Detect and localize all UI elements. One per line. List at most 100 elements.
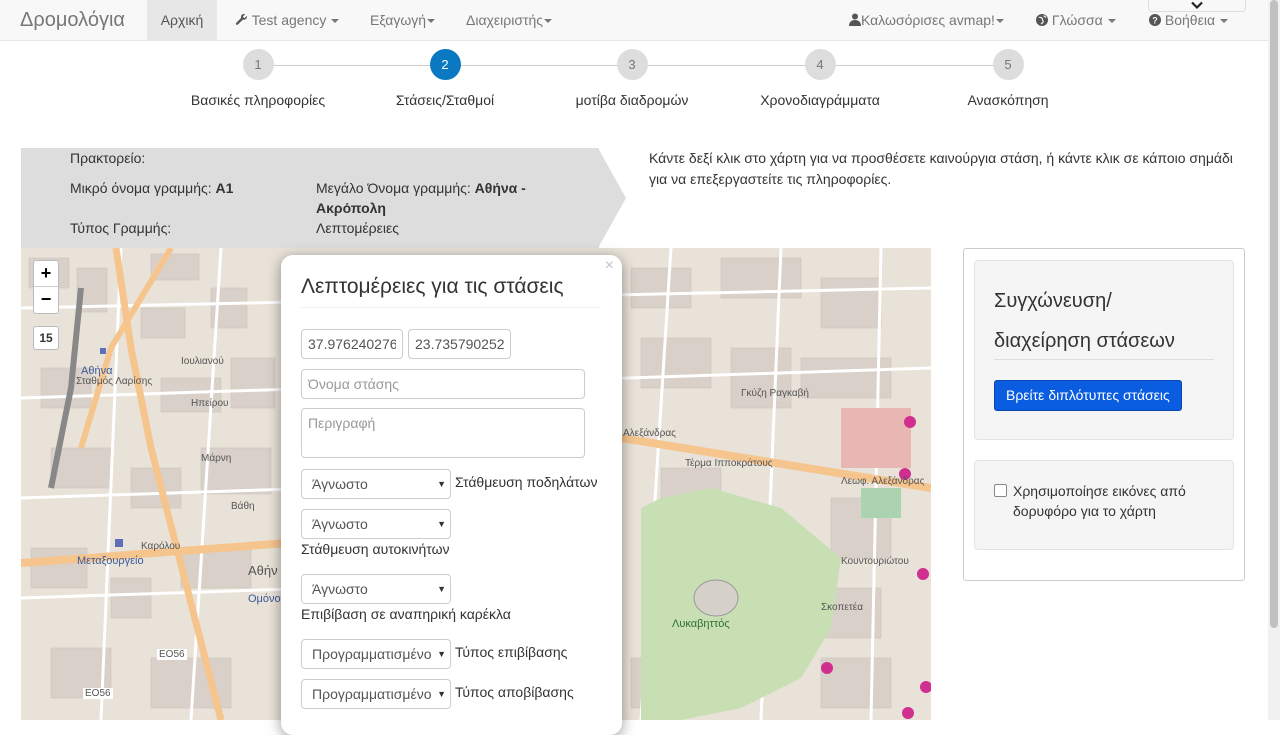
caret-down-icon bbox=[1107, 19, 1116, 24]
step-label: Βασικές πληροφορίες bbox=[190, 92, 326, 108]
wizard-step-1[interactable]: 1 Βασικές πληροφορίες bbox=[168, 49, 348, 108]
select-value: Άγνωστο bbox=[312, 581, 368, 597]
wizard-step-2[interactable]: 2 Στάσεις/Σταθμοί bbox=[355, 49, 535, 108]
page-scrollbar[interactable] bbox=[1268, 0, 1280, 720]
wizard-step-4[interactable]: 4 Χρονοδιαγράμματα bbox=[730, 49, 910, 108]
wizard-step-5[interactable]: 5 Ανασκόπηση bbox=[918, 49, 1098, 108]
map-label-gkyzi: Γκύζη Ραγκαβή bbox=[741, 388, 809, 399]
long-name-row: Μεγάλο Όνομα γραμμής: Αθήνα - Ακρόπολη bbox=[316, 178, 556, 218]
step-number: 1 bbox=[242, 49, 274, 80]
description-textarea[interactable] bbox=[301, 408, 585, 458]
brand[interactable]: Δρομολόγια bbox=[20, 9, 125, 32]
caret-down-icon bbox=[331, 19, 340, 24]
select-value: Προγραμματισμένο bbox=[312, 646, 432, 662]
popup-title: Λεπτομέρειες για τις στάσεις bbox=[301, 275, 564, 298]
pickup-type-select[interactable]: Προγραμματισμένο ▼ bbox=[301, 639, 451, 669]
zoom-level-indicator: 15 bbox=[33, 326, 59, 350]
zoom-control: + − bbox=[33, 260, 59, 314]
step-number: 2 bbox=[429, 49, 461, 80]
svg-text:?: ? bbox=[1152, 16, 1158, 26]
dropoff-type-select[interactable]: Προγραμματισμένο ▼ bbox=[301, 679, 451, 709]
info-arrow bbox=[598, 148, 626, 248]
map-label-alexandras: Αλεξάνδρας bbox=[623, 428, 676, 439]
stop-name-input[interactable] bbox=[301, 369, 585, 399]
long-name-label: Μεγάλο Όνομα γραμμής: bbox=[316, 180, 471, 196]
caret-down-icon bbox=[544, 19, 553, 24]
wheelchair-label: Επιβίβαση σε αναπηρική καρέκλα bbox=[301, 606, 511, 622]
map-label-vathi: Βάθη bbox=[231, 501, 255, 512]
step-label: μοτίβα διαδρομών bbox=[575, 92, 689, 108]
step-label: Ανασκόπηση bbox=[967, 92, 1049, 108]
short-name-row: Μικρό όνομα γραμμής: A1 bbox=[70, 178, 233, 198]
nav-home-label: Αρχική bbox=[160, 12, 204, 28]
details-link[interactable]: Λεπτομέρειες bbox=[316, 218, 399, 238]
long-name-value: Αθήνα - bbox=[474, 180, 526, 196]
select-arrow-icon: ▼ bbox=[437, 479, 446, 489]
wizard-step-3[interactable]: 3 μοτίβα διαδρομών bbox=[542, 49, 722, 108]
select-value: Άγνωστο bbox=[312, 476, 368, 492]
select-arrow-icon: ▼ bbox=[437, 649, 446, 659]
user-icon bbox=[849, 13, 861, 26]
close-icon[interactable]: × bbox=[605, 257, 614, 275]
nav-user-dropdown[interactable]: Καλωσόρισες avmap! bbox=[849, 0, 1004, 40]
map-label-athin: Αθήν bbox=[248, 563, 278, 578]
chevron-down-icon bbox=[1191, 1, 1203, 10]
satellite-option-well: Χρησιμοποίησε εικόνες από δορυφόρο για τ… bbox=[974, 460, 1234, 550]
nav-home[interactable]: Αρχική bbox=[147, 0, 217, 40]
bike-parking-select[interactable]: Άγνωστο ▼ bbox=[301, 469, 451, 499]
map-label-metaxourgeio: Μεταξουργείο bbox=[77, 555, 144, 567]
bike-parking-label: Στάθμευση ποδηλάτων bbox=[455, 474, 598, 490]
satellite-checkbox[interactable] bbox=[994, 484, 1007, 497]
step-number: 3 bbox=[616, 49, 648, 80]
map-label-epirou: Ηπείρου bbox=[191, 398, 229, 409]
select-arrow-icon: ▼ bbox=[437, 584, 446, 594]
divider bbox=[994, 359, 1214, 360]
top-navbar: Δρομολόγια Αρχική Test agency Εξαγωγή Δι… bbox=[0, 0, 1268, 41]
caret-down-icon bbox=[995, 19, 1004, 24]
caret-down-icon bbox=[427, 19, 436, 24]
agency-label: Πρακτορείο: bbox=[70, 150, 146, 166]
nav-agency-label: Test agency bbox=[251, 12, 327, 28]
route-type-label: Τύπος Γραμμής: bbox=[70, 220, 172, 236]
caret-down-icon bbox=[1220, 19, 1229, 24]
select-value: Άγνωστο bbox=[312, 516, 368, 532]
route-info-panel: Πρακτορείο: Μικρό όνομα γραμμής: A1 Μεγά… bbox=[21, 148, 599, 248]
pickup-type-label: Τύπος επιβίβασης bbox=[455, 644, 568, 660]
merge-stops-title: Συγχώνευση/ διαχείρηση στάσεων bbox=[994, 290, 1175, 352]
select-arrow-icon: ▼ bbox=[437, 519, 446, 529]
nav-language-label: Γλώσσα bbox=[1051, 12, 1103, 28]
nav-agency-dropdown[interactable]: Test agency bbox=[235, 0, 340, 40]
map-label-lykavittos: Λυκαβηττός bbox=[672, 618, 730, 630]
question-circle-icon: ? bbox=[1149, 14, 1161, 26]
latitude-input[interactable] bbox=[301, 329, 403, 359]
wheelchair-select[interactable]: Άγνωστο ▼ bbox=[301, 574, 451, 604]
map-label-skopetea: Σκοπετέα bbox=[821, 602, 864, 613]
nav-export-dropdown[interactable]: Εξαγωγή bbox=[370, 0, 436, 40]
dropoff-type-label: Τύπος αποβίβασης bbox=[455, 684, 574, 700]
find-duplicate-stops-button[interactable]: Βρείτε διπλότυπες στάσεις bbox=[994, 380, 1182, 411]
map-label-eo56: ΕΟ56 bbox=[157, 649, 187, 660]
step-number: 5 bbox=[992, 49, 1024, 80]
zoom-out-button[interactable]: − bbox=[34, 287, 58, 313]
collapse-header-tab[interactable] bbox=[1148, 0, 1246, 12]
stops-side-panel: Συγχώνευση/ διαχείρηση στάσεων Βρείτε δι… bbox=[963, 248, 1245, 581]
globe-icon bbox=[1036, 14, 1048, 26]
longitude-input[interactable] bbox=[408, 329, 511, 359]
scrollbar-thumb[interactable] bbox=[1270, 0, 1278, 628]
step-label: Στάσεις/Σταθμοί bbox=[395, 92, 495, 108]
map-label-eo56-b: ΕΟ56 bbox=[83, 688, 113, 699]
nav-language-dropdown[interactable]: Γλώσσα bbox=[1036, 0, 1116, 40]
wrench-icon bbox=[235, 13, 247, 25]
long-name-value-line2: Ακρόπολη bbox=[316, 200, 386, 216]
satellite-checkbox-label[interactable]: Χρησιμοποίησε εικόνες από δορυφόρο για τ… bbox=[1013, 481, 1213, 521]
step-label: Χρονοδιαγράμματα bbox=[760, 92, 880, 108]
step-number: 4 bbox=[804, 49, 836, 80]
short-name-value: A1 bbox=[215, 180, 234, 196]
popup-divider bbox=[301, 307, 601, 308]
nav-admin-dropdown[interactable]: Διαχειριστής bbox=[466, 0, 553, 40]
nav-help-label: Βοήθεια bbox=[1164, 12, 1216, 28]
zoom-in-button[interactable]: + bbox=[34, 261, 58, 287]
car-parking-select[interactable]: Άγνωστο ▼ bbox=[301, 509, 451, 539]
map-label-kountouriotou: Κουντουριώτου bbox=[841, 556, 909, 567]
car-parking-label: Στάθμευση αυτοκινήτων bbox=[301, 541, 450, 557]
